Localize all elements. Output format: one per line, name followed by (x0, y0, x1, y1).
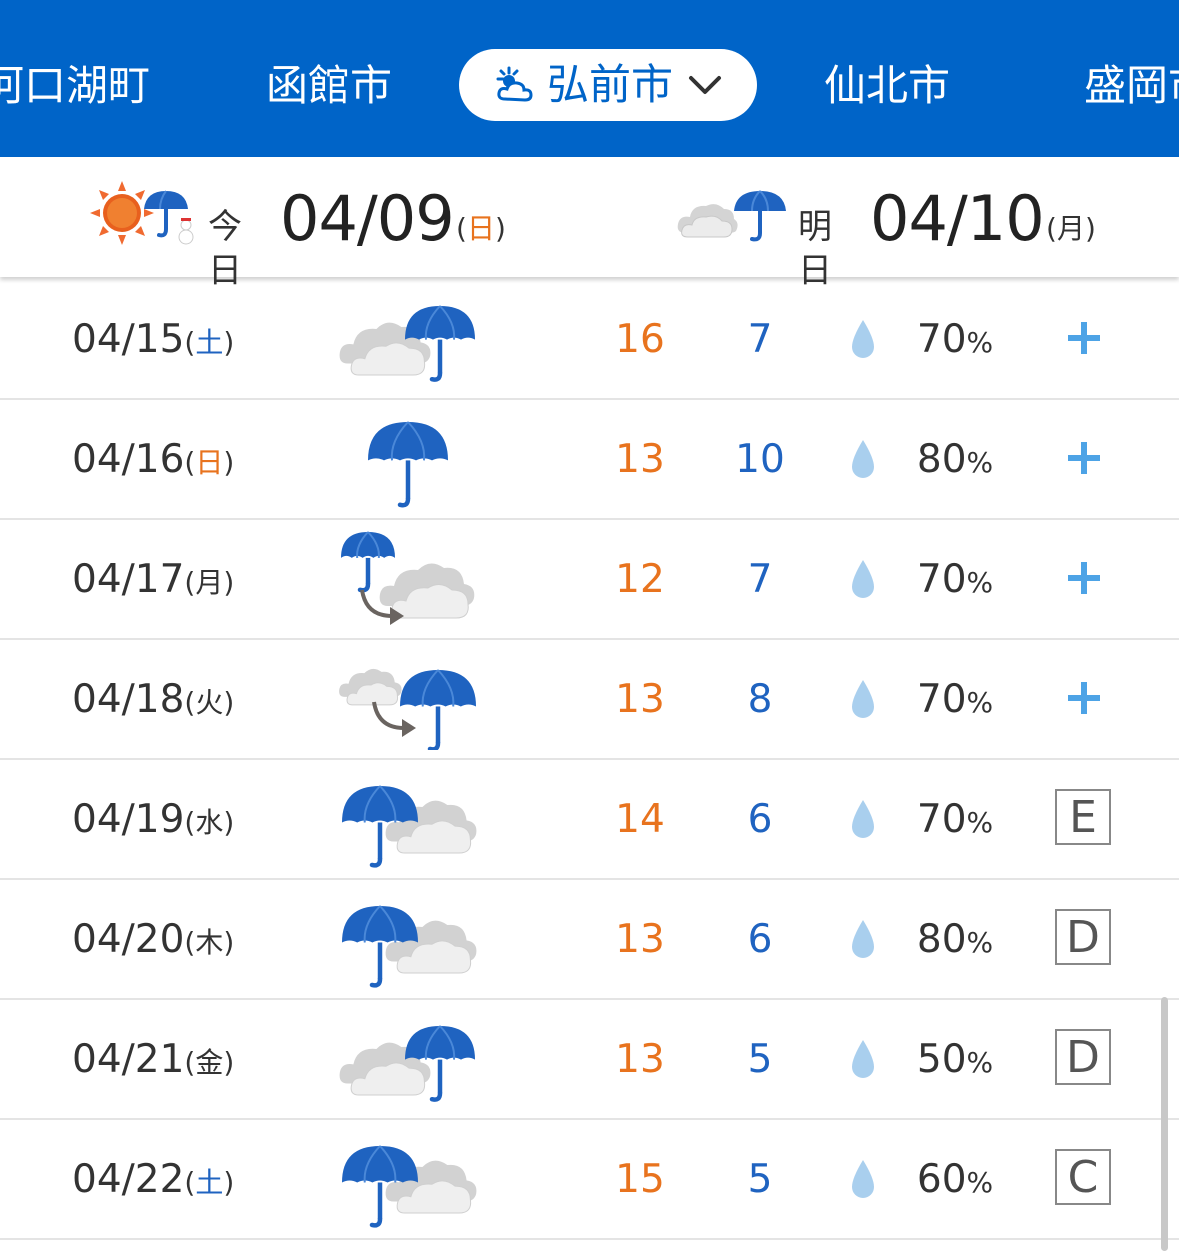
high-temp: 15 (615, 1157, 665, 1202)
active-city-label: 弘前市 (546, 60, 673, 109)
tomorrow-weekday: (月) (1046, 212, 1096, 245)
low-temp: 6 (747, 917, 773, 962)
today-date: 04/09 (280, 182, 455, 255)
forecast-row-04-20[interactable]: 04/20(木) 13 6 80% D (0, 880, 1179, 1000)
high-temp: 13 (615, 437, 665, 482)
reliability-grade: D (1055, 1029, 1111, 1085)
forecast-row-04-18[interactable]: 04/18(火) 13 8 70% (0, 640, 1179, 760)
tomorrow-label: 明日 (798, 207, 832, 291)
raindrop-icon (852, 680, 874, 718)
forecast-row-04-17[interactable]: 04/17(月) 12 7 70% (0, 520, 1179, 640)
expand-plus-icon[interactable] (1064, 438, 1104, 478)
low-temp: 7 (747, 317, 773, 362)
raindrop-icon (852, 920, 874, 958)
umbrella-cloud-icon (342, 785, 477, 868)
reliability-grade: D (1055, 909, 1111, 965)
high-temp: 12 (615, 557, 665, 602)
forecast-date: 04/22(土) (72, 1157, 235, 1202)
sunny-then-rain-snow-icon (90, 181, 194, 245)
cloud-umbrella-icon (339, 305, 475, 382)
precipitation-probability: 80% (916, 437, 994, 482)
raindrop-icon (852, 1160, 874, 1198)
low-temp: 5 (747, 1157, 773, 1202)
forecast-date: 04/20(木) (72, 917, 235, 962)
city-tab-hirosaki-selected[interactable]: 弘前市 (459, 49, 757, 121)
precipitation-probability: 80% (916, 917, 994, 962)
weekly-forecast-list: 04/15(土) 16 7 70% 04/16(日) 13 10 80% 04/… (0, 280, 1179, 1240)
forecast-date: 04/19(水) (72, 797, 235, 842)
today-tomorrow-summary: 今日 04/09 (日) 明日 04/10 (月) (0, 157, 1179, 291)
precipitation-probability: 70% (916, 797, 994, 842)
precipitation-probability: 70% (916, 677, 994, 722)
precipitation-probability: 70% (916, 317, 994, 362)
forecast-date: 04/21(金) (72, 1037, 235, 1082)
raindrop-icon (852, 1040, 874, 1078)
high-temp: 13 (615, 677, 665, 722)
chevron-down-icon (689, 76, 721, 94)
today-weekday: (日) (456, 212, 506, 245)
forecast-date: 04/17(月) (72, 557, 235, 602)
sun-cloud-icon (496, 66, 533, 102)
high-temp: 13 (615, 917, 665, 962)
precipitation-probability: 60% (916, 1157, 994, 1202)
forecast-row-04-16[interactable]: 04/16(日) 13 10 80% (0, 400, 1179, 520)
raindrop-icon (852, 440, 874, 478)
high-temp: 16 (615, 317, 665, 362)
expand-plus-icon[interactable] (1064, 678, 1104, 718)
forecast-row-04-22[interactable]: 04/22(土) 15 5 60% C (0, 1120, 1179, 1240)
umbrella-cloud-icon (342, 905, 477, 988)
cloudy-then-rain-icon (677, 190, 786, 242)
forecast-row-04-19[interactable]: 04/19(水) 14 6 70% E (0, 760, 1179, 880)
reliability-grade: E (1055, 789, 1111, 845)
cloud-then-rain-icon (339, 668, 476, 750)
tomorrow-date: 04/10 (870, 182, 1045, 255)
forecast-row-04-21[interactable]: 04/21(金) 13 5 50% D (0, 1000, 1179, 1120)
umbrella-icon (368, 421, 448, 508)
precipitation-probability: 50% (916, 1037, 994, 1082)
city-tab-kawaguchiko[interactable]: 河口湖町 (0, 58, 150, 114)
forecast-row-04-15[interactable]: 04/15(土) 16 7 70% (0, 280, 1179, 400)
expand-plus-icon[interactable] (1064, 318, 1104, 358)
forecast-date: 04/15(土) (72, 317, 235, 362)
today-label: 今日 (208, 207, 242, 291)
city-tab-bar: 河口湖町 函館市 弘前市 仙北市 盛岡市 (0, 0, 1179, 157)
low-temp: 6 (747, 797, 773, 842)
city-tab-hakodate[interactable]: 函館市 (266, 58, 392, 114)
low-temp: 8 (747, 677, 773, 722)
city-tab-morioka[interactable]: 盛岡市 (1084, 58, 1179, 114)
expand-plus-icon[interactable] (1064, 558, 1104, 598)
high-temp: 13 (615, 1037, 665, 1082)
umbrella-cloud-icon (342, 1145, 477, 1228)
forecast-date: 04/16(日) (72, 437, 235, 482)
low-temp: 7 (747, 557, 773, 602)
cloud-umbrella-icon (339, 1025, 475, 1102)
raindrop-icon (852, 560, 874, 598)
reliability-grade: C (1055, 1149, 1111, 1205)
city-tab-semboku[interactable]: 仙北市 (824, 58, 950, 114)
scrollbar[interactable] (1161, 997, 1168, 1251)
rain-then-cloud-icon (341, 531, 475, 625)
raindrop-icon (852, 320, 874, 358)
high-temp: 14 (615, 797, 665, 842)
forecast-date: 04/18(火) (72, 677, 235, 722)
raindrop-icon (852, 800, 874, 838)
low-temp: 5 (747, 1037, 773, 1082)
precipitation-probability: 70% (916, 557, 994, 602)
low-temp: 10 (735, 437, 785, 482)
